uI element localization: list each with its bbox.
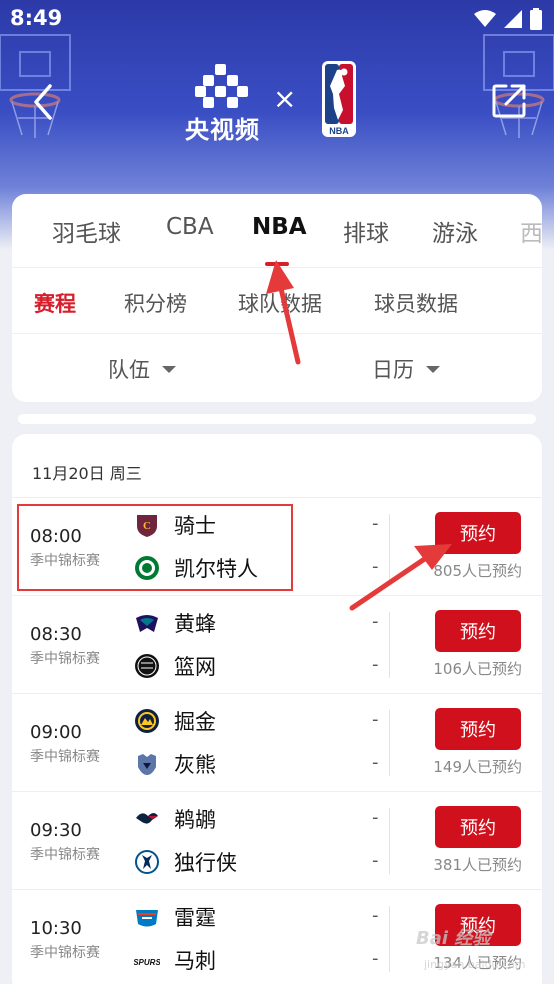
team-away: SPURS 马刺	[133, 945, 216, 975]
match-time: 09:30	[30, 820, 82, 841]
home-score: -	[372, 611, 379, 632]
match-league: 季中锦标赛	[30, 749, 100, 765]
match-time: 10:30	[30, 918, 82, 939]
nets-logo	[134, 653, 160, 679]
chevron-down-icon	[426, 365, 440, 373]
cross-symbol: ×	[273, 82, 297, 115]
match-row[interactable]: 08:30 季中锦标赛 黄蜂篮网 - - 预约 106人已预约	[12, 596, 542, 694]
away-score: -	[372, 556, 379, 577]
calendar-filter-label: 日历	[372, 358, 414, 382]
match-row[interactable]: 09:30 季中锦标赛 鹈鹕独行侠 - - 预约 381人已预约	[12, 792, 542, 890]
battery-icon	[530, 8, 542, 30]
tab-schedule[interactable]: 赛程	[34, 288, 76, 318]
match-row[interactable]: 09:00 季中锦标赛 掘金灰熊 - - 预约 149人已预约	[12, 694, 542, 792]
pelicans-logo	[134, 806, 160, 832]
active-tab-indicator	[265, 262, 289, 266]
reserve-button[interactable]: 预约	[435, 806, 521, 848]
svg-text:SPURS: SPURS	[134, 958, 160, 967]
match-time: 08:30	[30, 624, 82, 645]
status-bar: 8:49	[0, 0, 554, 38]
tab-cba[interactable]: CBA	[166, 214, 214, 240]
team-name: 灰熊	[174, 753, 216, 777]
category-card: 羽毛球 CBA NBA 排球 游泳 西 赛程 积分榜 球队数据 球员数据 队伍 …	[12, 194, 542, 402]
tab-player-stats[interactable]: 球员数据	[374, 288, 458, 318]
away-score: -	[372, 654, 379, 675]
match-league: 季中锦标赛	[30, 945, 100, 961]
match-league: 季中锦标赛	[30, 847, 100, 863]
watermark: Bai 经验	[416, 928, 491, 949]
sub-tab-bar: 赛程 积分榜 球队数据 球员数据	[12, 268, 542, 334]
collapsed-card-strip	[18, 414, 536, 424]
away-score: -	[372, 850, 379, 871]
team-home: 黄蜂	[134, 608, 216, 638]
hornets-logo	[134, 610, 160, 636]
divider	[389, 808, 390, 874]
tab-swimming[interactable]: 游泳	[432, 214, 478, 248]
home-score: -	[372, 807, 379, 828]
reservation-count: 106人已预约	[433, 660, 522, 678]
tab-next-partial[interactable]: 西	[520, 214, 542, 248]
team-away: 灰熊	[134, 749, 216, 779]
nba-logo: NBA	[322, 61, 356, 137]
tab-standings[interactable]: 积分榜	[124, 288, 187, 318]
away-score: -	[372, 948, 379, 969]
tab-nba[interactable]: NBA	[252, 214, 307, 240]
date-header: 11月20日 周三	[32, 464, 142, 483]
team-name: 篮网	[174, 655, 216, 679]
divider	[389, 612, 390, 678]
thunder-logo	[134, 904, 160, 930]
spurs-logo: SPURS	[133, 947, 161, 973]
reserve-button[interactable]: 预约	[435, 708, 521, 750]
team-name: 鹈鹕	[174, 808, 216, 832]
sport-tab-bar: 羽毛球 CBA NBA 排球 游泳 西	[12, 194, 542, 268]
mavericks-logo	[134, 849, 160, 875]
reservation-count: 805人已预约	[433, 562, 522, 580]
grizzlies-logo	[134, 751, 160, 777]
match-time: 09:00	[30, 722, 82, 743]
brand-header: 央视频 × NBA	[185, 60, 365, 144]
reserve-button[interactable]: 预约	[435, 610, 521, 652]
tab-team-stats[interactable]: 球队数据	[238, 288, 322, 318]
team-name: 掘金	[174, 710, 216, 734]
team-home: 雷霆	[134, 902, 216, 932]
team-name: 独行侠	[174, 851, 237, 875]
team-name: 黄蜂	[174, 612, 216, 636]
team-name: 马刺	[174, 949, 216, 973]
tab-volleyball[interactable]: 排球	[343, 214, 389, 248]
divider	[389, 514, 390, 580]
cctv-video-logo	[195, 64, 248, 108]
team-home: 鹈鹕	[134, 804, 216, 834]
watermark-subtext: jingyan.baidu.com	[424, 958, 526, 971]
team-name: 雷霆	[174, 906, 216, 930]
team-filter-dropdown[interactable]: 队伍	[108, 354, 176, 384]
home-score: -	[372, 513, 379, 534]
nuggets-logo	[134, 708, 160, 734]
share-button[interactable]	[492, 82, 528, 118]
chevron-down-icon	[162, 365, 176, 373]
reserve-button[interactable]: 预约	[435, 512, 521, 554]
home-score: -	[372, 709, 379, 730]
signal-icon	[504, 10, 522, 28]
divider	[389, 710, 390, 776]
back-button[interactable]	[26, 80, 62, 124]
match-league: 季中锦标赛	[30, 651, 100, 667]
calendar-filter-dropdown[interactable]: 日历	[372, 354, 440, 384]
filter-bar: 队伍 日历	[12, 334, 542, 402]
system-icons	[474, 8, 542, 30]
home-score: -	[372, 905, 379, 926]
brand-name: 央视频	[185, 116, 260, 144]
highlight-box	[17, 504, 293, 591]
wifi-icon	[474, 10, 496, 27]
nba-logo-text: NBA	[329, 126, 349, 136]
reservation-count: 149人已预约	[433, 758, 522, 776]
reservation-count: 381人已预约	[433, 856, 522, 874]
team-away: 篮网	[134, 651, 216, 681]
team-away: 独行侠	[134, 847, 237, 877]
divider	[389, 906, 390, 972]
tab-badminton[interactable]: 羽毛球	[52, 214, 121, 248]
team-home: 掘金	[134, 706, 216, 736]
team-filter-label: 队伍	[108, 358, 150, 382]
status-time: 8:49	[10, 6, 63, 30]
away-score: -	[372, 752, 379, 773]
